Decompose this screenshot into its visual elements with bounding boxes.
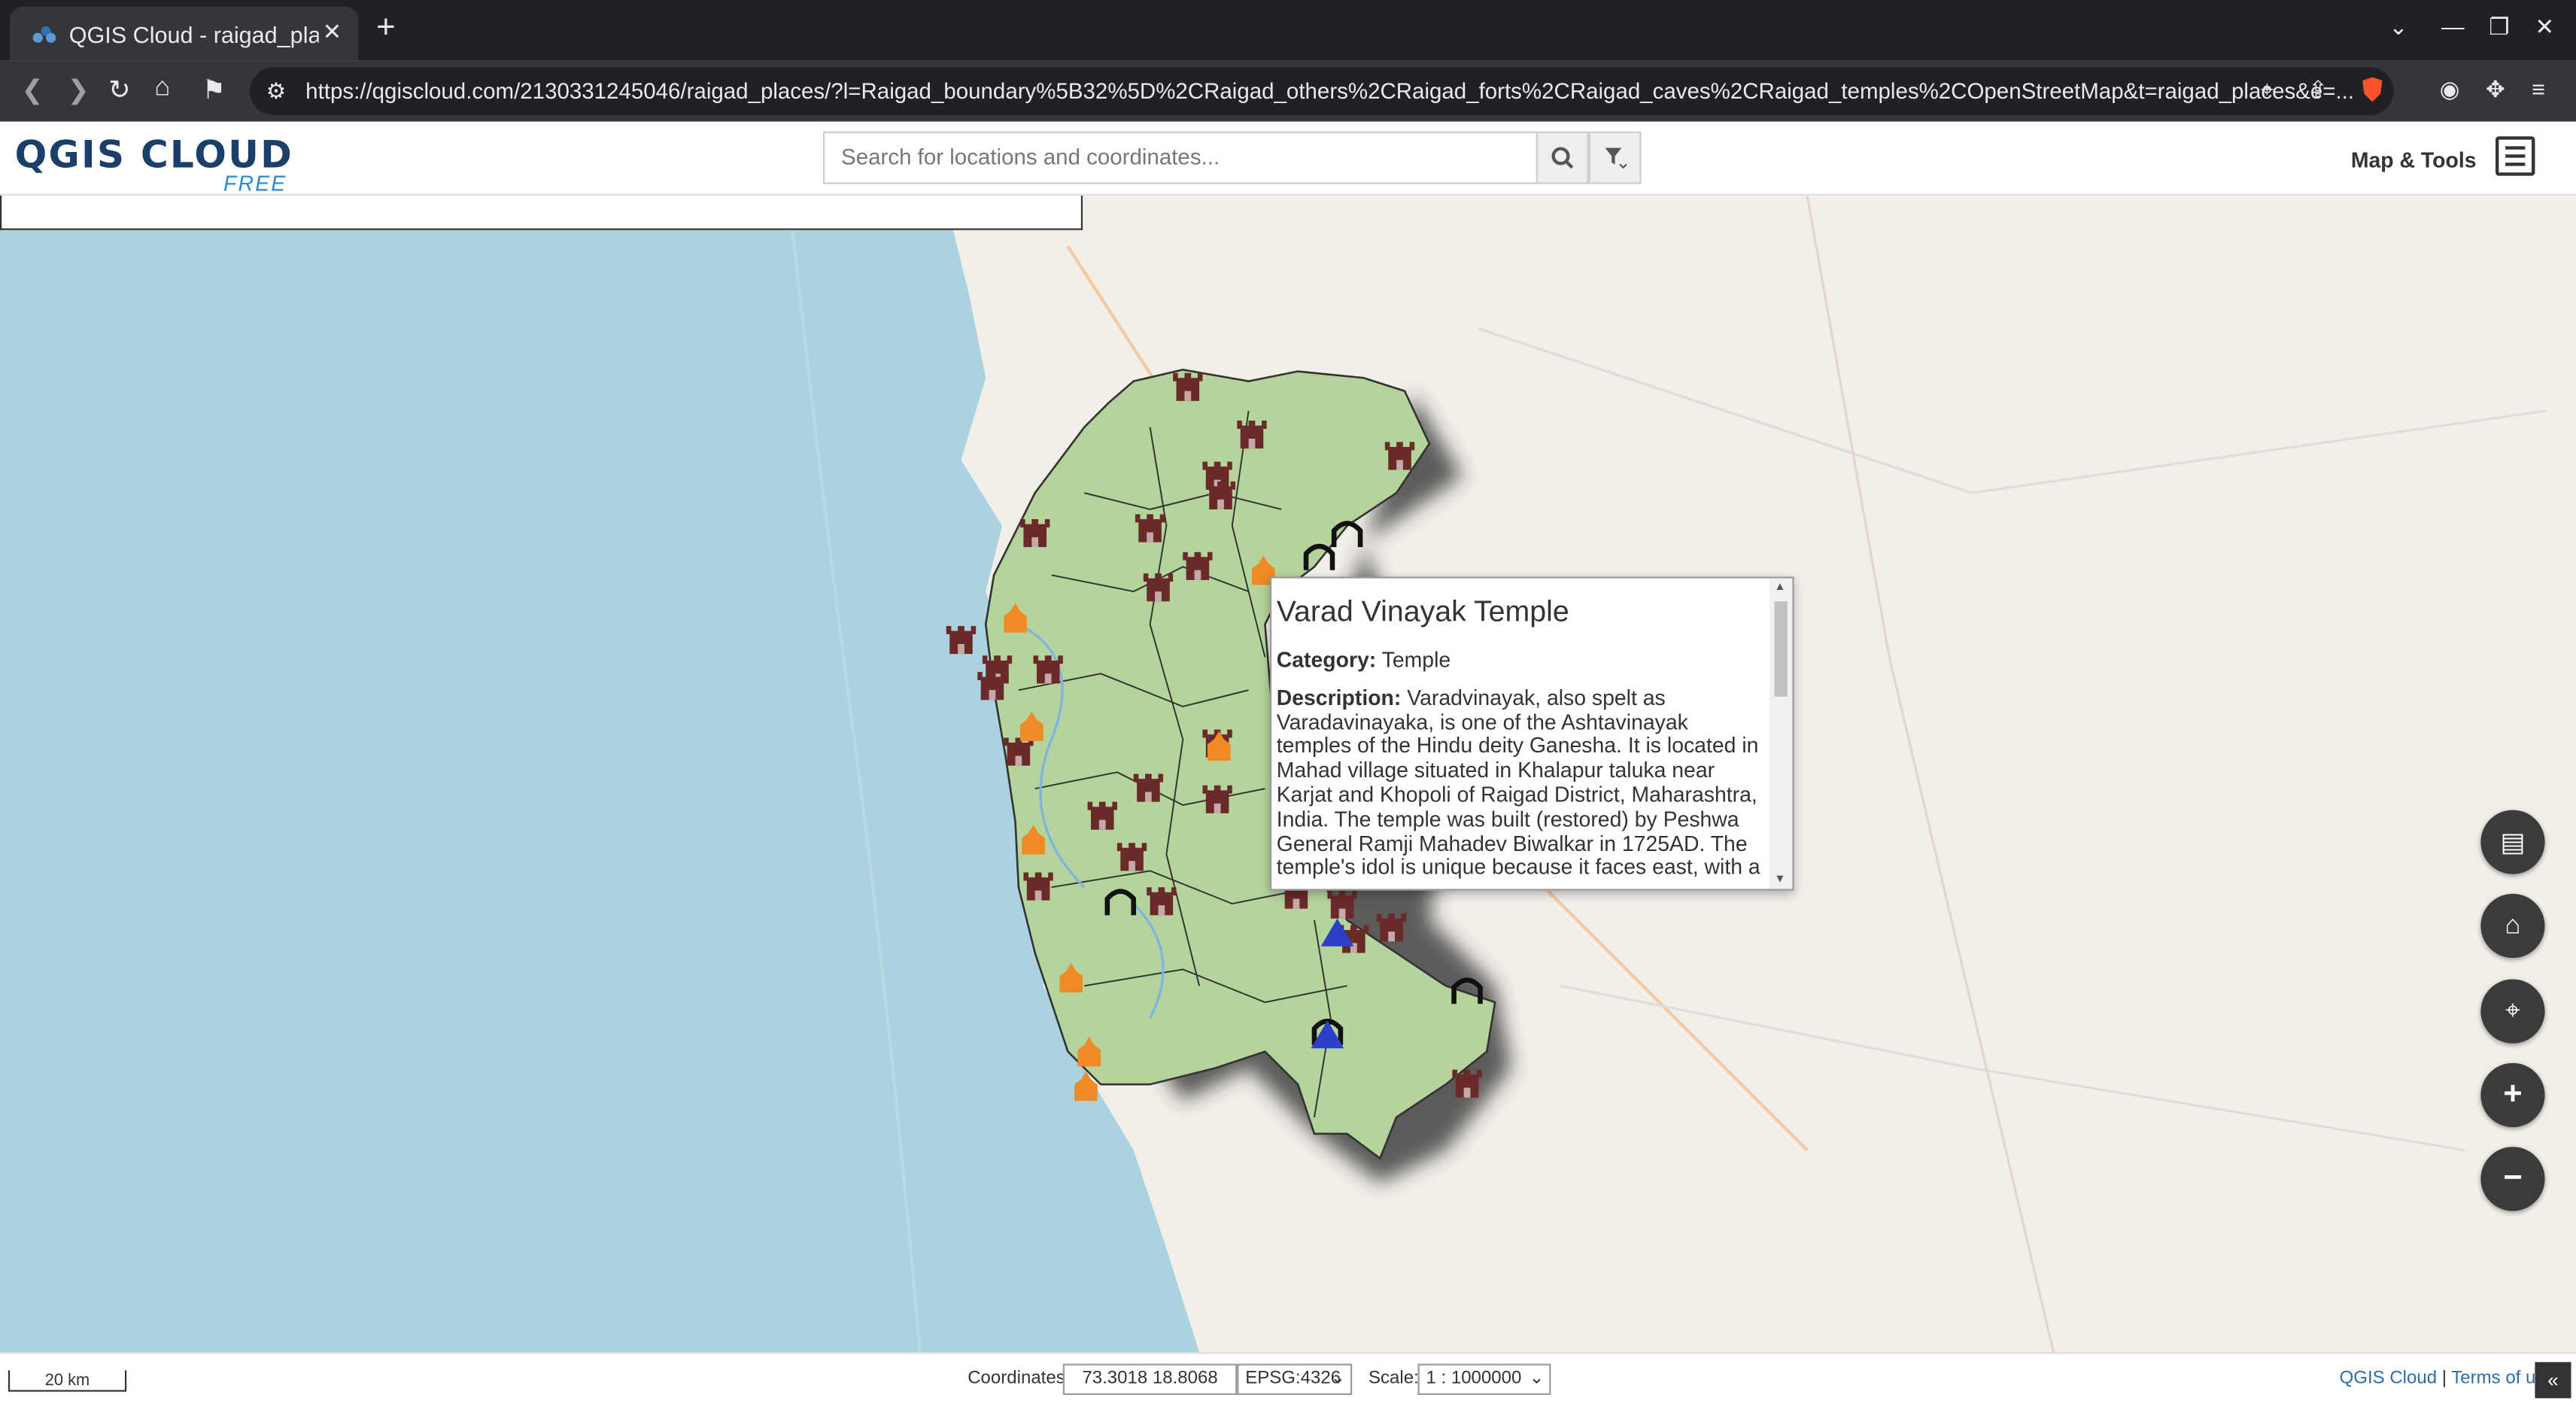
feature-info-popup: Varad Vinayak Temple Category: Temple De… — [1270, 576, 1794, 891]
browser-tab[interactable]: QGIS Cloud - raigad_plac ✕ — [10, 6, 359, 61]
tab-list-chevron-icon[interactable]: ⌄ — [2389, 13, 2408, 41]
road — [1478, 327, 2547, 494]
logo-sub: FREE — [223, 171, 287, 196]
search-input[interactable]: Search for locations and coordinates... — [823, 131, 1538, 184]
fort-marker[interactable] — [1376, 913, 1407, 942]
extensions-icon[interactable]: ✥ — [2486, 75, 2505, 103]
back-icon[interactable]: ❮ — [21, 74, 43, 107]
filter-icon — [1605, 147, 1627, 169]
locate-button[interactable]: ⌖ — [2480, 979, 2545, 1044]
legend-panel — [0, 195, 1083, 230]
minus-icon: − — [2503, 1159, 2523, 1196]
fort-marker[interactable] — [1020, 519, 1050, 548]
fort-marker[interactable] — [1183, 552, 1213, 580]
road — [1806, 195, 2055, 1353]
forward-icon[interactable]: ❯ — [68, 74, 90, 107]
restore-icon[interactable]: ❐ — [2489, 13, 2509, 41]
coordinates-field[interactable]: 73.3018 18.8068 — [1062, 1363, 1238, 1395]
qgis-cloud-logo: QGIS CLOUD FREE — [15, 135, 293, 196]
fort-marker[interactable] — [1033, 655, 1063, 684]
fort-marker[interactable] — [1135, 514, 1165, 542]
search-button[interactable] — [1536, 131, 1589, 184]
home-extent-button[interactable]: ⌂ — [2480, 893, 2545, 959]
plus-icon: + — [2503, 1076, 2523, 1113]
status-bar: 20 km Coordinates: 73.3018 18.8068 EPSG:… — [0, 1352, 2576, 1401]
layer-list-button[interactable]: ▤ — [2480, 810, 2545, 874]
map-tools-label[interactable]: Map & Tools — [2351, 148, 2477, 173]
fort-marker[interactable] — [1023, 872, 1053, 901]
coordinates-label: Coordinates: — [968, 1369, 1071, 1389]
fort-marker[interactable] — [1147, 887, 1177, 916]
fort-marker[interactable] — [1173, 372, 1203, 401]
filter-button[interactable] — [1588, 131, 1642, 184]
scale-label: Scale: — [1368, 1369, 1419, 1389]
zoom-out-button[interactable]: − — [2480, 1147, 2545, 1211]
zoom-in-button[interactable]: + — [2480, 1062, 2545, 1128]
menu-icon[interactable]: ≡ — [2532, 75, 2545, 102]
crs-select[interactable]: EPSG:4326 ⌄ — [1237, 1363, 1353, 1395]
fort-marker[interactable] — [1143, 573, 1174, 602]
description-text: Varadvinayak, also spelt as Varadavinaya… — [1276, 685, 1760, 880]
scale-value: 1 : 1000000 — [1426, 1369, 1522, 1389]
menu-toggle-icon[interactable] — [2496, 136, 2535, 176]
footer-links: QGIS Cloud | Terms of use — [2340, 1369, 2555, 1388]
fort-marker[interactable] — [1116, 843, 1147, 871]
popup-category: Category: Temple — [1276, 647, 1763, 673]
link-separator: | — [2441, 1369, 2447, 1389]
search-icon — [1551, 147, 1574, 169]
popup-title: Varad Vinayak Temple — [1276, 594, 1569, 628]
location-icon[interactable]: ⌖ — [2261, 75, 2274, 103]
fort-marker[interactable] — [977, 672, 1007, 700]
crosshair-icon: ⌖ — [2505, 996, 2520, 1025]
scroll-thumb[interactable] — [1774, 601, 1788, 697]
url-bar[interactable]: ⚙ https://qgiscloud.com/2130331245046/ra… — [249, 67, 2394, 115]
scale-select[interactable]: 1 : 1000000 ⌄ — [1417, 1363, 1551, 1395]
category-value: Temple — [1381, 647, 1451, 673]
fort-marker[interactable] — [946, 625, 977, 655]
fort-marker[interactable] — [1004, 737, 1034, 766]
home-icon[interactable]: ⌂ — [154, 74, 170, 103]
fort-marker[interactable] — [1452, 1069, 1482, 1098]
home-icon: ⌂ — [2505, 910, 2521, 939]
chevron-down-icon: ⌄ — [1529, 1369, 1545, 1389]
reload-icon[interactable]: ↻ — [108, 74, 130, 107]
url-text: https://qgiscloud.com/2130331245046/raig… — [305, 78, 2355, 104]
scale-bar: 20 km — [8, 1370, 127, 1392]
close-window-icon[interactable]: ✕ — [2535, 13, 2554, 41]
brave-shield-icon[interactable] — [2359, 75, 2386, 108]
qgis-cloud-link[interactable]: QGIS Cloud — [2340, 1369, 2438, 1388]
share-icon[interactable]: ⇪ — [2308, 75, 2328, 103]
fort-marker[interactable] — [1384, 442, 1415, 470]
list-icon: ▤ — [2500, 828, 2526, 857]
close-tab-icon[interactable]: ✕ — [323, 18, 342, 46]
wallet-icon[interactable]: ◉ — [2440, 75, 2460, 103]
minimize-icon[interactable]: — — [2441, 13, 2465, 39]
bookmark-icon[interactable]: ⚑ — [202, 74, 226, 107]
fort-marker[interactable] — [1133, 773, 1164, 802]
category-label: Category: — [1276, 647, 1377, 673]
collapse-panel-button[interactable]: « — [2535, 1362, 2571, 1399]
tab-title: QGIS Cloud - raigad_plac — [68, 20, 319, 47]
double-chevron-left-icon: « — [2547, 1369, 2559, 1392]
new-tab-icon[interactable]: + — [376, 10, 396, 47]
scroll-down-icon[interactable]: ▼ — [1774, 874, 1785, 886]
popup-description: Description: Varadvinayak, also spelt as… — [1276, 685, 1763, 880]
qgis-favicon-icon — [32, 25, 56, 42]
fort-marker[interactable] — [1087, 801, 1117, 830]
chevron-down-icon: ⌄ — [1330, 1369, 1346, 1389]
browser-toolbar: ❮ ❯ ↻ ⌂ ⚑ ⚙ https://qgiscloud.com/213033… — [0, 60, 2576, 122]
crs-value: EPSG:4326 — [1245, 1369, 1341, 1389]
road — [1560, 984, 2465, 1152]
fort-marker[interactable] — [1237, 421, 1267, 449]
app-header: QGIS CLOUD FREE Search for locations and… — [0, 121, 2576, 196]
fort-marker[interactable] — [1202, 785, 1232, 813]
description-label: Description: — [1276, 685, 1402, 710]
fort-marker[interactable] — [1205, 481, 1236, 509]
popup-scrollbar[interactable]: ▲ ▼ — [1769, 578, 1793, 889]
site-settings-icon[interactable]: ⚙ — [266, 68, 286, 115]
scroll-up-icon[interactable]: ▲ — [1774, 582, 1785, 593]
fort-marker[interactable] — [1327, 890, 1357, 919]
browser-tab-bar: QGIS Cloud - raigad_plac ✕ + ⌄ — ❐ ✕ — [0, 0, 2576, 61]
